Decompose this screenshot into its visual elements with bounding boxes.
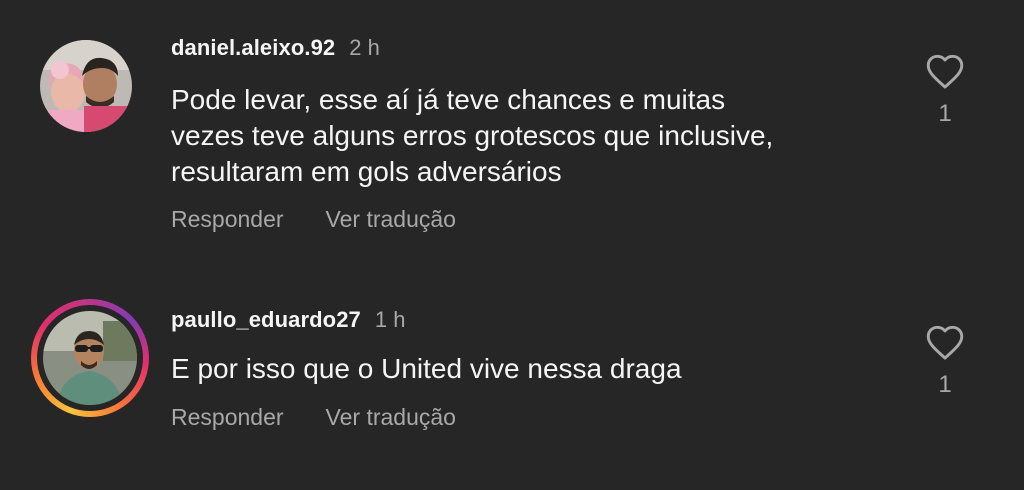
heart-outline-icon[interactable] [924, 323, 966, 361]
comment-text-line: resultaram em gols adversários [171, 156, 562, 187]
comment-header: paullo_eduardo27 1 h [171, 306, 405, 333]
avatar-photo [43, 311, 137, 405]
comment-text-line: E por isso que o United vive nessa draga [171, 353, 682, 384]
heart-outline-icon[interactable] [924, 52, 966, 90]
translate-button[interactable]: Ver tradução [326, 206, 456, 232]
comment-header: daniel.aleixo.92 2 h [171, 34, 380, 61]
like-control: 1 [922, 323, 968, 399]
comment-actions: Responder Ver tradução [171, 206, 456, 233]
avatar[interactable] [40, 40, 132, 132]
timestamp: 1 h [374, 307, 406, 332]
comment-item: daniel.aleixo.92 2 h Pode levar, esse aí … [0, 0, 1024, 270]
comment-item: paullo_eduardo27 1 h E por isso que o Uni… [0, 270, 1024, 490]
comment-text-line: vezes teve alguns erros grotescos que in… [171, 120, 774, 151]
like-count: 1 [938, 100, 952, 127]
reply-button[interactable]: Responder [171, 206, 284, 232]
reply-button[interactable]: Responder [171, 404, 284, 430]
avatar-photo [40, 40, 132, 132]
comment-actions: Responder Ver tradução [171, 404, 456, 431]
comment-text: Pode levar, esse aí já teve chances e mu… [171, 82, 871, 190]
story-ring[interactable] [31, 299, 149, 417]
comment-text: E por isso que o United vive nessa draga [171, 351, 871, 387]
like-count: 1 [938, 371, 952, 398]
username[interactable]: paullo_eduardo27 [171, 307, 361, 332]
timestamp: 2 h [349, 35, 380, 60]
avatar[interactable] [43, 311, 137, 405]
like-control: 1 [922, 52, 968, 128]
comment-text-line: Pode levar, esse aí já teve chances e mu… [171, 84, 726, 115]
username[interactable]: daniel.aleixo.92 [171, 35, 335, 60]
translate-button[interactable]: Ver tradução [326, 404, 456, 430]
